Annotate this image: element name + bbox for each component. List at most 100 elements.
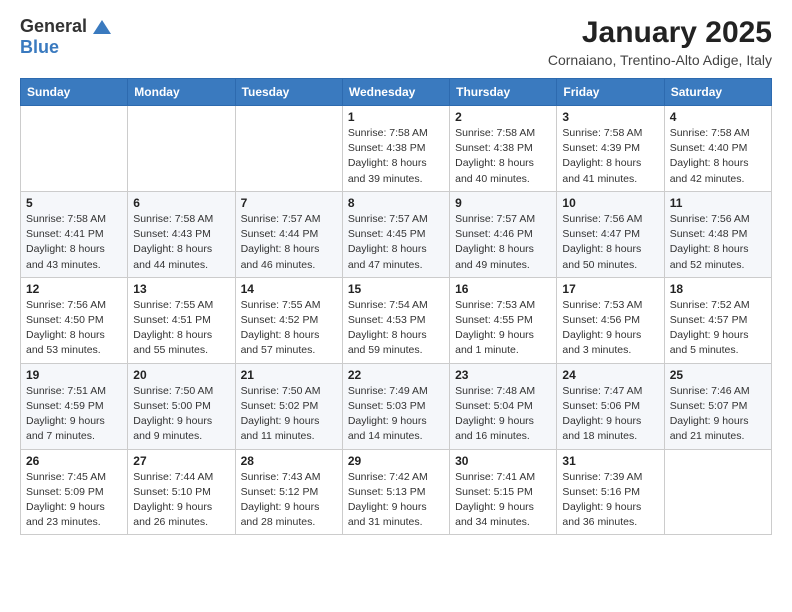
logo-blue: Blue (20, 37, 59, 58)
cell-w2-d3: 7 Sunrise: 7:57 AM Sunset: 4:44 PM Daylig… (235, 191, 342, 277)
day-info: Sunrise: 7:58 AM Sunset: 4:38 PM Dayligh… (348, 126, 444, 187)
cell-w5-d3: 28 Sunrise: 7:43 AM Sunset: 5:12 PM Dayli… (235, 449, 342, 535)
day-number: 14 (241, 282, 337, 296)
day-number: 4 (670, 110, 766, 124)
day-info: Sunrise: 7:58 AM Sunset: 4:40 PM Dayligh… (670, 126, 766, 187)
day-number: 24 (562, 368, 658, 382)
cell-w4-d6: 24Sunrise: 7:47 AM Sunset: 5:06 PM Dayli… (557, 363, 664, 449)
day-number: 2 (455, 110, 551, 124)
header: General Blue January 2025 Cornaiano, Tre… (20, 16, 772, 68)
day-number: 10 (562, 196, 658, 210)
cell-w3-d7: 18 Sunrise: 7:52 AM Sunset: 4:57 PM Dayli… (664, 277, 771, 363)
col-wednesday: Wednesday (342, 79, 449, 106)
cell-w4-d5: 23 Sunrise: 7:48 AM Sunset: 5:04 PM Dayli… (450, 363, 557, 449)
day-number: 12 (26, 282, 122, 296)
day-info: Sunrise: 7:39 AM Sunset: 5:16 PM Dayligh… (562, 470, 658, 531)
cell-w4-d3: 21Sunrise: 7:50 AM Sunset: 5:02 PM Dayli… (235, 363, 342, 449)
day-info: Sunrise: 7:58 AM Sunset: 4:43 PM Dayligh… (133, 212, 229, 273)
day-number: 19 (26, 368, 122, 382)
day-number: 22 (348, 368, 444, 382)
day-number: 9 (455, 196, 551, 210)
day-info: Sunrise: 7:57 AM Sunset: 4:44 PM Dayligh… (241, 212, 337, 273)
day-info: Sunrise: 7:56 AM Sunset: 4:48 PM Dayligh… (670, 212, 766, 273)
cell-w4-d1: 19Sunrise: 7:51 AM Sunset: 4:59 PM Dayli… (21, 363, 128, 449)
cell-w2-d6: 10 Sunrise: 7:56 AM Sunset: 4:47 PM Dayli… (557, 191, 664, 277)
day-info: Sunrise: 7:45 AM Sunset: 5:09 PM Dayligh… (26, 470, 122, 531)
col-saturday: Saturday (664, 79, 771, 106)
logo-icon (91, 18, 113, 36)
day-number: 23 (455, 368, 551, 382)
day-number: 3 (562, 110, 658, 124)
day-info: Sunrise: 7:58 AM Sunset: 4:38 PM Dayligh… (455, 126, 551, 187)
cell-w2-d5: 9 Sunrise: 7:57 AM Sunset: 4:46 PM Daylig… (450, 191, 557, 277)
day-info: Sunrise: 7:54 AM Sunset: 4:53 PM Dayligh… (348, 298, 444, 359)
logo: General Blue (20, 16, 113, 58)
cell-w4-d7: 25 Sunrise: 7:46 AM Sunset: 5:07 PM Dayli… (664, 363, 771, 449)
day-number: 29 (348, 454, 444, 468)
calendar-title: January 2025 (548, 16, 772, 50)
cell-w3-d1: 12 Sunrise: 7:56 AM Sunset: 4:50 PM Dayli… (21, 277, 128, 363)
day-number: 5 (26, 196, 122, 210)
day-number: 28 (241, 454, 337, 468)
day-info: Sunrise: 7:46 AM Sunset: 5:07 PM Dayligh… (670, 384, 766, 445)
col-tuesday: Tuesday (235, 79, 342, 106)
cell-w3-d6: 17 Sunrise: 7:53 AM Sunset: 4:56 PM Dayli… (557, 277, 664, 363)
day-number: 8 (348, 196, 444, 210)
day-info: Sunrise: 7:56 AM Sunset: 4:50 PM Dayligh… (26, 298, 122, 359)
day-number: 25 (670, 368, 766, 382)
cell-w3-d3: 14 Sunrise: 7:55 AM Sunset: 4:52 PM Dayli… (235, 277, 342, 363)
page: General Blue January 2025 Cornaiano, Tre… (0, 0, 792, 547)
cell-w2-d4: 8 Sunrise: 7:57 AM Sunset: 4:45 PM Daylig… (342, 191, 449, 277)
cell-w4-d2: 20 Sunrise: 7:50 AM Sunset: 5:00 PM Dayli… (128, 363, 235, 449)
cell-w5-d4: 29Sunrise: 7:42 AM Sunset: 5:13 PM Dayli… (342, 449, 449, 535)
title-block: January 2025 Cornaiano, Trentino-Alto Ad… (548, 16, 772, 68)
header-row: Sunday Monday Tuesday Wednesday Thursday… (21, 79, 772, 106)
day-info: Sunrise: 7:58 AM Sunset: 4:39 PM Dayligh… (562, 126, 658, 187)
day-number: 1 (348, 110, 444, 124)
cell-w4-d4: 22 Sunrise: 7:49 AM Sunset: 5:03 PM Dayli… (342, 363, 449, 449)
week-row-5: 26 Sunrise: 7:45 AM Sunset: 5:09 PM Dayli… (21, 449, 772, 535)
logo-general: General (20, 16, 87, 37)
cell-w5-d1: 26 Sunrise: 7:45 AM Sunset: 5:09 PM Dayli… (21, 449, 128, 535)
col-thursday: Thursday (450, 79, 557, 106)
day-info: Sunrise: 7:57 AM Sunset: 4:45 PM Dayligh… (348, 212, 444, 273)
day-info: Sunrise: 7:50 AM Sunset: 5:00 PM Dayligh… (133, 384, 229, 445)
day-info: Sunrise: 7:56 AM Sunset: 4:47 PM Dayligh… (562, 212, 658, 273)
day-number: 30 (455, 454, 551, 468)
day-number: 26 (26, 454, 122, 468)
day-number: 17 (562, 282, 658, 296)
calendar-subtitle: Cornaiano, Trentino-Alto Adige, Italy (548, 52, 772, 68)
day-number: 13 (133, 282, 229, 296)
week-row-4: 19Sunrise: 7:51 AM Sunset: 4:59 PM Dayli… (21, 363, 772, 449)
cell-w1-d4: 1 Sunrise: 7:58 AM Sunset: 4:38 PM Daylig… (342, 106, 449, 192)
day-info: Sunrise: 7:49 AM Sunset: 5:03 PM Dayligh… (348, 384, 444, 445)
day-number: 7 (241, 196, 337, 210)
cell-w5-d6: 31Sunrise: 7:39 AM Sunset: 5:16 PM Dayli… (557, 449, 664, 535)
day-info: Sunrise: 7:48 AM Sunset: 5:04 PM Dayligh… (455, 384, 551, 445)
day-info: Sunrise: 7:58 AM Sunset: 4:41 PM Dayligh… (26, 212, 122, 273)
day-info: Sunrise: 7:44 AM Sunset: 5:10 PM Dayligh… (133, 470, 229, 531)
day-info: Sunrise: 7:43 AM Sunset: 5:12 PM Dayligh… (241, 470, 337, 531)
day-info: Sunrise: 7:57 AM Sunset: 4:46 PM Dayligh… (455, 212, 551, 273)
day-number: 15 (348, 282, 444, 296)
day-info: Sunrise: 7:53 AM Sunset: 4:56 PM Dayligh… (562, 298, 658, 359)
cell-w3-d2: 13 Sunrise: 7:55 AM Sunset: 4:51 PM Dayli… (128, 277, 235, 363)
cell-w1-d6: 3 Sunrise: 7:58 AM Sunset: 4:39 PM Daylig… (557, 106, 664, 192)
cell-w3-d4: 15 Sunrise: 7:54 AM Sunset: 4:53 PM Dayli… (342, 277, 449, 363)
day-number: 20 (133, 368, 229, 382)
day-info: Sunrise: 7:50 AM Sunset: 5:02 PM Dayligh… (241, 384, 337, 445)
cell-w3-d5: 16Sunrise: 7:53 AM Sunset: 4:55 PM Dayli… (450, 277, 557, 363)
cell-w2-d1: 5 Sunrise: 7:58 AM Sunset: 4:41 PM Daylig… (21, 191, 128, 277)
day-info: Sunrise: 7:55 AM Sunset: 4:52 PM Dayligh… (241, 298, 337, 359)
day-info: Sunrise: 7:55 AM Sunset: 4:51 PM Dayligh… (133, 298, 229, 359)
day-number: 18 (670, 282, 766, 296)
day-info: Sunrise: 7:53 AM Sunset: 4:55 PM Dayligh… (455, 298, 551, 359)
cell-w1-d3 (235, 106, 342, 192)
cell-w1-d2 (128, 106, 235, 192)
day-info: Sunrise: 7:52 AM Sunset: 4:57 PM Dayligh… (670, 298, 766, 359)
week-row-1: 1 Sunrise: 7:58 AM Sunset: 4:38 PM Daylig… (21, 106, 772, 192)
day-number: 27 (133, 454, 229, 468)
day-number: 11 (670, 196, 766, 210)
cell-w2-d7: 11 Sunrise: 7:56 AM Sunset: 4:48 PM Dayli… (664, 191, 771, 277)
week-row-3: 12 Sunrise: 7:56 AM Sunset: 4:50 PM Dayli… (21, 277, 772, 363)
